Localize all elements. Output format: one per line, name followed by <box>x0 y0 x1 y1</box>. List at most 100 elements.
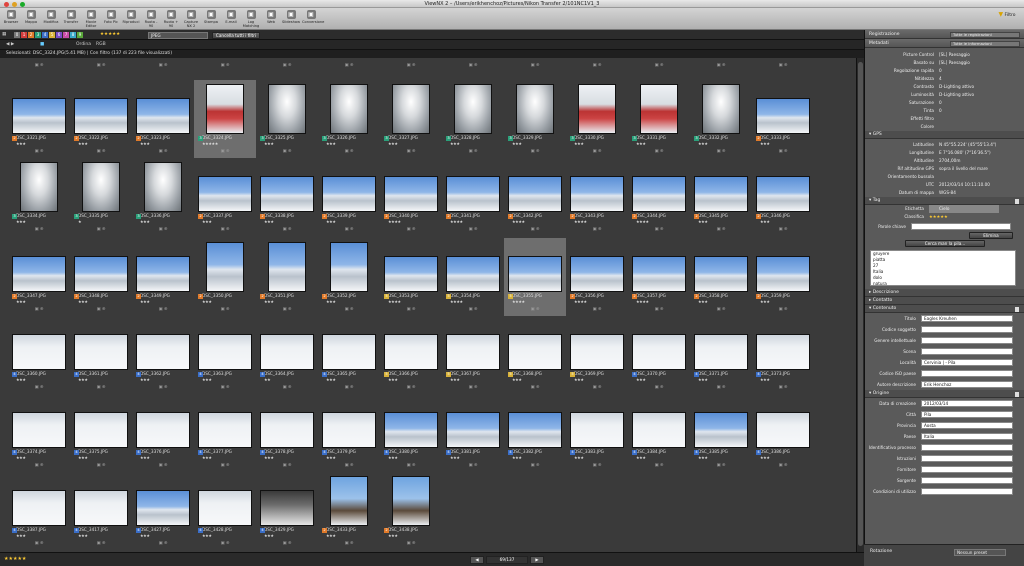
rating-stars[interactable]: ★★★ <box>326 455 336 460</box>
thumbnail-cell[interactable]: DSC_3370.JPG 4 ★★★ ▣ ⊕ <box>628 316 690 394</box>
thumbnail-image[interactable] <box>136 412 190 448</box>
rating-stars[interactable]: ★★★ <box>636 141 646 146</box>
thumbnail-image[interactable] <box>12 490 66 526</box>
thumbnail-cell[interactable]: DSC_3321.JPG 2 ★★★ ▣ ⊕ <box>8 80 70 158</box>
thumbnail-image[interactable] <box>198 334 252 370</box>
pin-icon[interactable] <box>1015 391 1019 397</box>
thumbnail-image[interactable] <box>136 256 190 292</box>
rating-stars[interactable]: ★★★ <box>140 299 150 304</box>
toolbar-button-8[interactable]: ▣ Ruota + 90 <box>162 9 180 29</box>
rating-stars[interactable]: ★★★ <box>326 219 336 224</box>
thumbnail-image[interactable] <box>756 334 810 370</box>
rating-stars[interactable]: ★★★ <box>698 377 708 382</box>
rating-stars[interactable]: ★★★ <box>78 299 88 304</box>
thumbnail-image[interactable] <box>756 176 810 212</box>
field-input[interactable] <box>921 477 1013 484</box>
thumbnail-image[interactable] <box>640 84 678 134</box>
rating-stars[interactable]: ★★★★ <box>388 219 401 224</box>
thumbnail-image[interactable] <box>392 476 430 526</box>
label-filter-chip[interactable]: 1 <box>21 32 27 38</box>
thumbnail-cell[interactable]: DSC_3314.JPG▣ ⊕ <box>380 58 442 70</box>
rating-stars[interactable]: ★★★ <box>264 219 274 224</box>
thumbnail-cell[interactable]: DSC_3309.JPG▣ ⊕ <box>70 58 132 70</box>
next-page-button[interactable]: ▶ <box>530 556 544 564</box>
thumbnail-cell[interactable]: DSC_3368.JPG 5 ★★★ ▣ ⊕ <box>504 316 566 394</box>
thumbnail-image[interactable] <box>446 176 500 212</box>
thumbnail-cell[interactable]: DSC_3438.JPG 2 ★★★ ▣ ⊕ <box>380 472 442 550</box>
field-input[interactable] <box>921 348 1013 355</box>
thumbnail-image[interactable] <box>446 256 500 292</box>
label-filter-chip[interactable]: 6 <box>56 32 62 38</box>
rating-stars[interactable]: ★★★ <box>326 299 336 304</box>
thumbnail-image[interactable] <box>198 176 252 212</box>
toolbar-button-9[interactable]: ▣ Capture NX 2 <box>182 9 200 29</box>
label-filter-chip[interactable]: 4 <box>42 32 48 38</box>
thumbnail-image[interactable] <box>756 256 810 292</box>
close-window-button[interactable] <box>4 1 9 7</box>
thumbnail-image[interactable] <box>570 412 624 448</box>
rating-stars[interactable]: ★★★ <box>574 377 584 382</box>
thumbnail-image[interactable] <box>74 98 128 134</box>
rating-stars[interactable]: ★★★ <box>202 455 212 460</box>
thumbnail-image[interactable] <box>12 412 66 448</box>
rating-stars[interactable]: ★★★ <box>16 219 26 224</box>
thumbnail-image[interactable] <box>74 256 128 292</box>
rating-stars[interactable]: ★★★ <box>512 377 522 382</box>
thumbnail-cell[interactable]: DSC_3386.JPG 4 ★★★ ▣ ⊕ <box>752 394 814 472</box>
thumbnail-image[interactable] <box>756 412 810 448</box>
rating-stars[interactable]: ★★★ <box>140 377 150 382</box>
thumbnail-cell[interactable]: DSC_3428.JPG 4 ★★★ ▣ ⊕ <box>194 472 256 550</box>
thumbnail-image[interactable] <box>136 334 190 370</box>
label-filter-chip[interactable]: 3 <box>35 32 41 38</box>
keyword-list[interactable]: gruyere piatta 27 Italia dolo natura <box>870 250 1016 286</box>
thumbnail-cell[interactable]: DSC_3332.JPG 3 ★★★ ▣ ⊕ <box>690 80 752 158</box>
rating-stars[interactable]: ★★★ <box>16 299 26 304</box>
rating-stars[interactable]: ★★★ <box>574 141 584 146</box>
thumbnail-cell[interactable]: DSC_3351.JPG 2 ★★★ ▣ ⊕ <box>256 238 318 316</box>
rating-stars[interactable]: ★★★ <box>78 455 88 460</box>
rating-stars[interactable]: ★★★ <box>450 377 460 382</box>
rating-stars[interactable]: ★★★ <box>202 533 212 538</box>
field-input[interactable] <box>921 326 1013 333</box>
thumbnail-cell[interactable]: DSC_3429.JPG 4 ★★★ ▣ ⊕ <box>256 472 318 550</box>
thumbnail-cell[interactable]: DSC_3353.JPG 5 ★★★★ ▣ ⊕ <box>380 238 442 316</box>
rating-stars[interactable]: ★★★★★ <box>202 141 218 146</box>
thumbnail-image[interactable] <box>330 84 368 134</box>
thumbnail-image[interactable] <box>136 98 190 134</box>
rating-stars[interactable]: ★★★★ <box>574 219 587 224</box>
metadati-select[interactable]: Tutte le informazioni <box>950 40 1020 47</box>
thumbnail-cell[interactable]: DSC_3356.JPG 2 ★★★★ ▣ ⊕ <box>566 238 628 316</box>
thumbnail-image[interactable] <box>322 176 376 212</box>
toolbar-button-15[interactable]: ▣ Conversione <box>302 9 324 29</box>
pin-icon[interactable] <box>1015 198 1019 204</box>
thumbnail-cell[interactable]: DSC_3322.JPG 2 ★★★ ▣ ⊕ <box>70 80 132 158</box>
thumbnail-image[interactable] <box>206 242 244 292</box>
thumbnail-image[interactable] <box>632 176 686 212</box>
classifica-stars[interactable]: ★★★★★ <box>929 213 948 221</box>
thumbnail-image[interactable] <box>12 256 66 292</box>
rating-stars[interactable]: ★★★ <box>264 533 274 538</box>
rating-stars[interactable]: ★★★ <box>78 377 88 382</box>
thumbnail-cell[interactable]: DSC_3324.JPG 3 ★★★★★ ▣ ⊕ <box>194 80 256 158</box>
field-input[interactable] <box>921 337 1013 344</box>
thumbnail-cell[interactable]: DSC_3335.JPG 3 ★ ▣ ⊕ <box>70 158 132 236</box>
tag-section-header[interactable]: ▾ Tag <box>865 197 1024 205</box>
thumbnail-image[interactable] <box>384 176 438 212</box>
rating-stars[interactable]: ★★★ <box>16 377 26 382</box>
field-input[interactable] <box>921 455 1013 462</box>
rating-stars[interactable]: ★★★ <box>698 219 708 224</box>
toolbar-button-4[interactable]: ▣ Movie Editor <box>82 9 100 29</box>
rating-stars[interactable]: ★★★ <box>760 219 770 224</box>
thumbnail-cell[interactable]: DSC_3328.JPG 3 ★★★ ▣ ⊕ <box>442 80 504 158</box>
label-filter-chip[interactable]: 8 <box>70 32 76 38</box>
field-input[interactable]: Aosta <box>921 422 1013 429</box>
rating-filter-stars[interactable]: ★★★★★ <box>100 32 120 37</box>
thumbnail-cell[interactable]: DSC_3319.JPG▣ ⊕ <box>690 58 752 70</box>
rating-stars[interactable]: ★★★★ <box>636 219 649 224</box>
thumbnail-image[interactable] <box>322 334 376 370</box>
rating-stars[interactable]: ★★★ <box>698 141 708 146</box>
rating-stars[interactable]: ★★★ <box>202 219 212 224</box>
thumbnail-image[interactable] <box>446 412 500 448</box>
thumbnail-cell[interactable]: DSC_3369.JPG 5 ★★★ ▣ ⊕ <box>566 316 628 394</box>
rating-stars[interactable]: ★★★ <box>760 141 770 146</box>
